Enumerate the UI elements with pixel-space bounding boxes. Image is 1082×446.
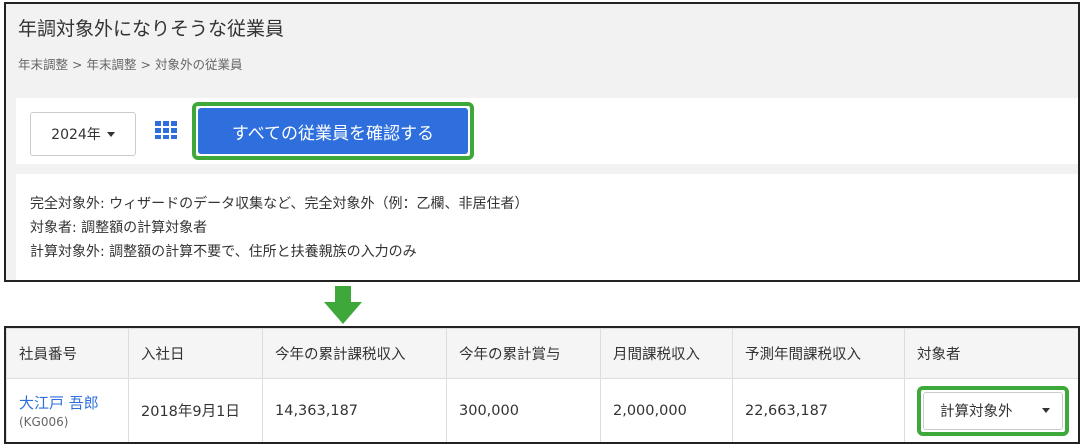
page-title: 年調対象外になりそうな従業員 xyxy=(18,18,285,40)
target-select-label: 計算対象外 xyxy=(940,404,1013,420)
legend: 完全対象外: ウィザードのデータ収集など、完全対象外（例：乙欄、非居住者） 対象… xyxy=(16,174,1078,280)
employee-table-panel: 社員番号 入社日 今年の累計課税収入 今年の累計賞与 月間課税収入 予測年間課税… xyxy=(4,326,1080,444)
confirm-all-employees-button[interactable]: すべての従業員を確認する xyxy=(198,108,468,154)
legend-line-calc-exempt: 計算対象外: 調整額の計算不要で、住所と扶養親族の入力のみ xyxy=(30,244,417,260)
toolbar: 2024年 すべての従業員を確認する xyxy=(16,98,1078,164)
target-select-highlight: 計算対象外 xyxy=(917,385,1069,436)
column-header-monthly-taxable[interactable]: 月間課税収入 xyxy=(600,328,733,379)
confirm-button-highlight: すべての従業員を確認する xyxy=(192,102,474,160)
grid-icon[interactable] xyxy=(154,120,178,140)
employee-name-link[interactable]: 大江戸 吾郎 xyxy=(19,392,116,413)
column-header-target[interactable]: 対象者 xyxy=(904,328,1078,379)
breadcrumb-separator: > xyxy=(140,57,151,72)
table-row: 大江戸 吾郎 (KG006) 2018年9月1日 14,363,187 300,… xyxy=(6,378,1078,442)
monthly-taxable-cell: 2,000,000 xyxy=(600,378,733,442)
column-header-forecast-taxable[interactable]: 予測年間課税収入 xyxy=(732,328,905,379)
employee-code: (KG006) xyxy=(19,415,69,429)
forecast-taxable-cell: 22,663,187 xyxy=(732,378,905,442)
column-header-ytd-bonus[interactable]: 今年の累計賞与 xyxy=(446,328,601,379)
year-select-label: 2024年 xyxy=(51,127,101,143)
target-cell: 計算対象外 xyxy=(904,378,1078,442)
breadcrumb-item-1[interactable]: 年末調整 xyxy=(18,57,68,72)
column-header-employee-id[interactable]: 社員番号 xyxy=(6,328,129,379)
caret-down-icon xyxy=(1042,408,1050,413)
employee-cell: 大江戸 吾郎 (KG006) xyxy=(6,378,129,442)
target-select[interactable]: 計算対象外 xyxy=(923,391,1063,430)
breadcrumb-separator: > xyxy=(72,57,83,72)
employee-table: 社員番号 入社日 今年の累計課税収入 今年の累計賞与 月間課税収入 予測年間課税… xyxy=(6,328,1078,442)
table-header-row: 社員番号 入社日 今年の累計課税収入 今年の累計賞与 月間課税収入 予測年間課税… xyxy=(6,328,1078,379)
column-header-hire-date[interactable]: 入社日 xyxy=(128,328,263,379)
column-header-ytd-taxable[interactable]: 今年の累計課税収入 xyxy=(262,328,447,379)
breadcrumb-item-2[interactable]: 年末調整 xyxy=(87,57,137,72)
top-panel: 年調対象外になりそうな従業員 年末調整 > 年末調整 > 対象外の従業員 2024年 す… xyxy=(4,2,1080,282)
breadcrumb: 年末調整 > 年末調整 > 対象外の従業員 xyxy=(18,54,243,73)
year-select[interactable]: 2024年 xyxy=(30,112,136,156)
arrow-down-icon xyxy=(324,286,362,324)
ytd-bonus-cell: 300,000 xyxy=(446,378,601,442)
hire-date-cell: 2018年9月1日 xyxy=(128,378,263,442)
caret-down-icon xyxy=(106,131,115,137)
legend-line-full-exempt: 完全対象外: ウィザードのデータ収集など、完全対象外（例：乙欄、非居住者） xyxy=(30,196,529,212)
ytd-taxable-cell: 14,363,187 xyxy=(262,378,447,442)
breadcrumb-item-3: 対象外の従業員 xyxy=(155,57,243,72)
legend-line-target: 対象者: 調整額の計算対象者 xyxy=(30,220,208,236)
